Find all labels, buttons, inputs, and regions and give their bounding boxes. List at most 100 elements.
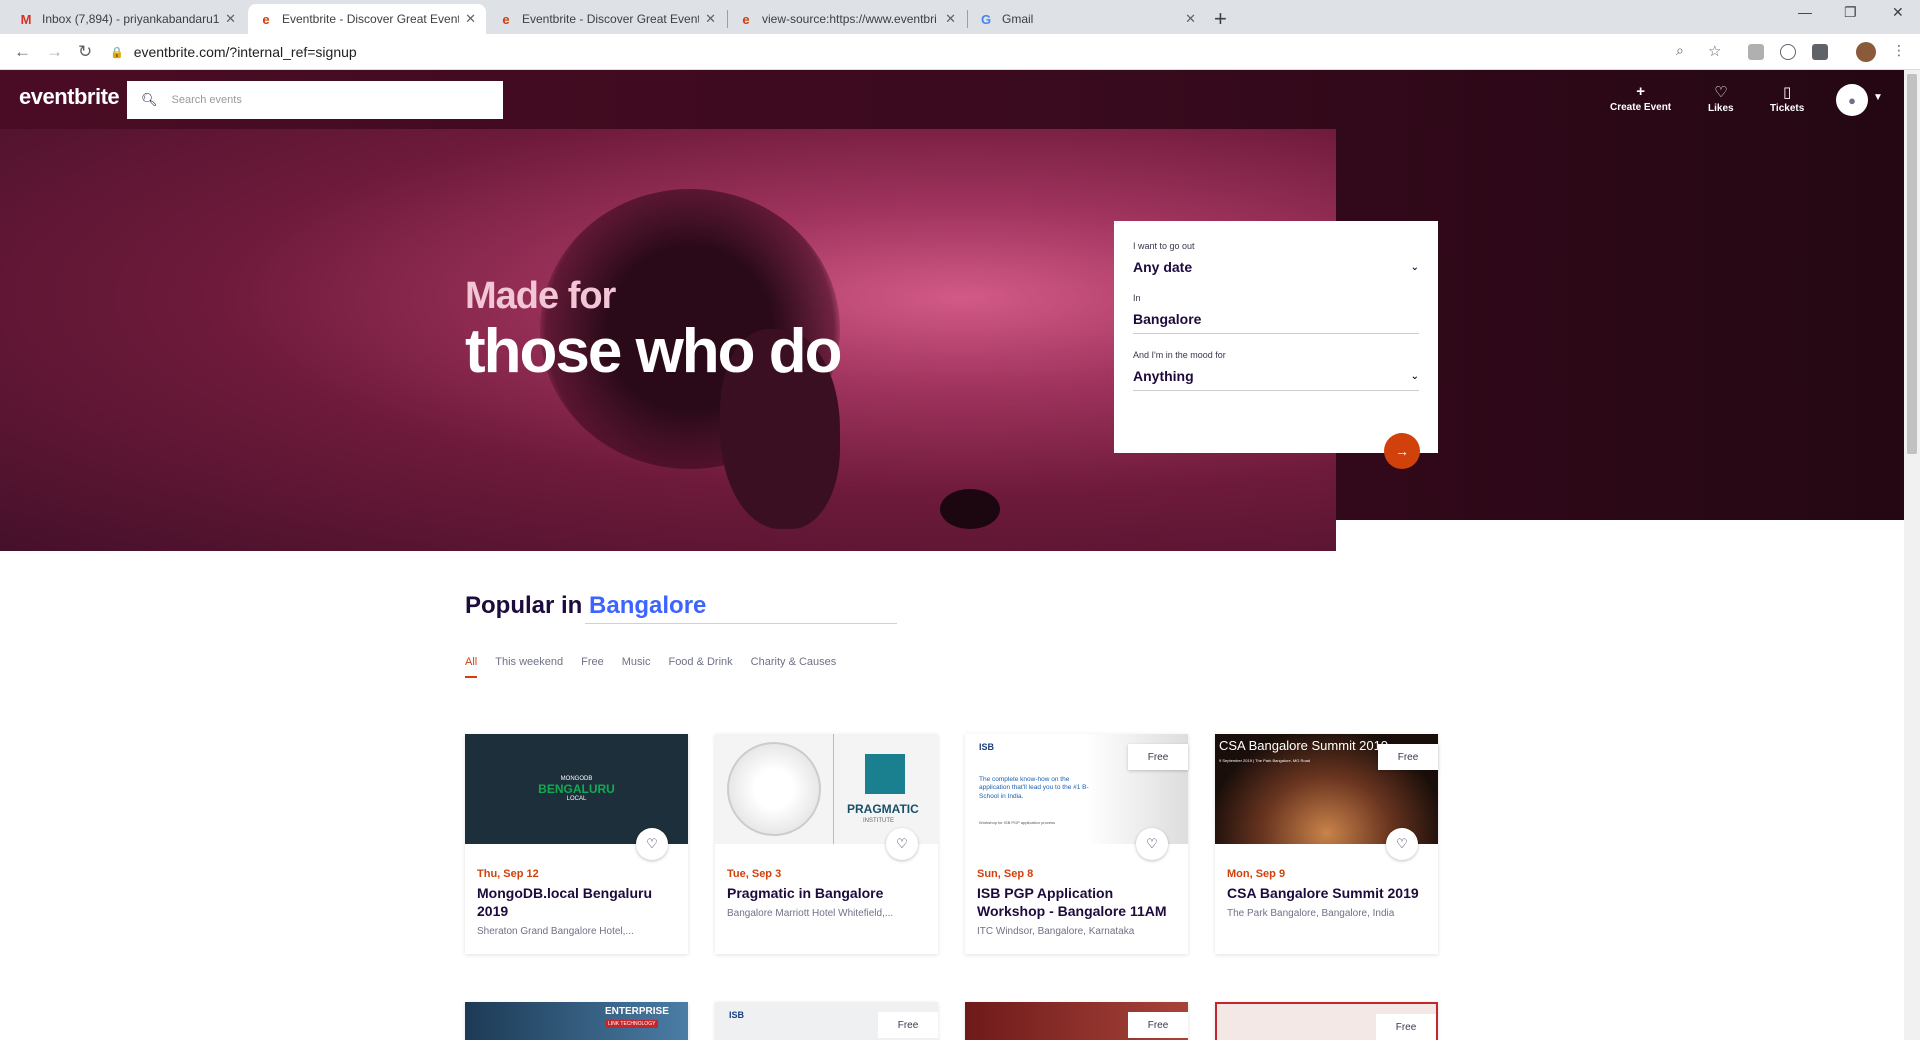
user-avatar[interactable]: ● [1836,84,1868,116]
pragmatic-logo-mark [865,754,905,794]
event-card[interactable]: ISB Free [715,1002,938,1040]
gmail-favicon-icon: M [20,11,32,27]
browser-tab-gmail[interactable]: G Gmail ✕ [968,4,1206,34]
filter-this-weekend[interactable]: This weekend [495,656,563,678]
plus-icon: + [1636,83,1645,100]
close-tab-icon[interactable]: ✕ [1185,11,1196,27]
restore-window-icon[interactable]: ❐ [1844,4,1857,21]
hero-line-2: those who do [465,317,843,386]
url-text: eventbrite.com/?internal_ref=signup [133,44,357,60]
browser-tab-view-source[interactable]: e view-source:https://www.eventbri ✕ [728,4,966,34]
filter-food-drink[interactable]: Food & Drink [668,656,732,678]
forward-arrow-icon[interactable]: → [46,42,63,62]
date-select[interactable]: Any date ⌄ [1133,259,1419,281]
minimize-window-icon[interactable]: — [1798,4,1812,20]
divider [833,734,834,844]
tab-title: Eventbrite - Discover Great Event [282,12,460,26]
close-tab-icon[interactable]: ✕ [705,11,716,27]
menu-kebab-icon[interactable]: ⋮ [1892,42,1906,59]
back-arrow-icon[interactable]: ← [14,42,31,62]
zoom-icon[interactable]: ⌕ [1676,42,1684,59]
event-name[interactable]: CSA Bangalore Summit 2019 [1227,884,1427,902]
event-card[interactable]: ENTERPRISE LINK TECHNOLOGY [465,1002,688,1040]
v-extension-icon[interactable] [1780,44,1796,60]
browser-tab-bar: M Inbox (7,894) - priyankabandaru1 ✕ e E… [0,0,1920,34]
like-heart-icon[interactable]: ♡ [1386,828,1418,860]
date-label: I want to go out [1133,241,1195,251]
eventbrite-page: eventbrite 🔍︎ Search events + Create Eve… [0,70,1904,1040]
popular-heading: Popular in Bangalore [465,592,706,620]
scrollbar-thumb[interactable] [1907,74,1917,454]
create-event-button[interactable]: + Create Event [1610,83,1671,113]
close-tab-icon[interactable]: ✕ [465,11,476,27]
browser-tab-gmail-inbox[interactable]: M Inbox (7,894) - priyankabandaru1 ✕ [8,4,246,34]
filter-all[interactable]: All [465,656,478,678]
pdf-extension-icon[interactable] [1748,44,1764,60]
event-venue: ITC Windsor, Bangalore, Karnataka [977,926,1135,937]
event-image-title: ISB [729,1010,745,1020]
browser-tab-eventbrite[interactable]: e Eventbrite - Discover Great Event ✕ [488,4,726,34]
site-header: eventbrite 🔍︎ Search events + Create Eve… [0,70,1904,129]
new-tab-icon[interactable]: + [1214,6,1227,32]
search-go-button[interactable]: → [1384,433,1420,469]
search-icon: 🔍︎ [141,92,158,107]
event-card[interactable]: CSA Bangalore Summit 2019 9 September 20… [1215,734,1438,954]
chevron-down-icon: ⌄ [1410,261,1419,273]
like-heart-icon[interactable]: ♡ [886,828,918,860]
event-card[interactable]: PRAGMATIC INSTITUTE ♡ Tue, Sep 3 Pragmat… [715,734,938,954]
event-name[interactable]: ISB PGP Application Workshop - Bangalore… [977,884,1177,920]
eventbrite-favicon-icon: e [262,11,270,27]
like-heart-icon[interactable]: ♡ [1136,828,1168,860]
event-finder-form: I want to go out Any date ⌄ In Bangalore… [1114,221,1438,469]
close-window-icon[interactable]: ✕ [1892,4,1904,21]
page-scrollbar[interactable] [1904,70,1920,1040]
location-input[interactable]: Bangalore [1133,311,1419,334]
chevron-down-icon: ⌄ [1410,370,1419,382]
event-card[interactable]: ISB The complete know-how on the applica… [965,734,1188,954]
city-underline [585,623,897,624]
eventbrite-favicon-icon: e [502,11,510,27]
mood-label: And I'm in the mood for [1133,350,1226,360]
tickets-button[interactable]: ▯ Tickets [1770,83,1804,114]
search-placeholder: Search events [171,94,242,106]
download-extension-icon[interactable] [1812,44,1828,60]
event-card[interactable]: Free [1215,1002,1438,1040]
filter-music[interactable]: Music [622,656,651,678]
filter-charity-causes[interactable]: Charity & Causes [751,656,837,678]
event-image-subcaption: LOCAL [566,796,587,802]
category-filters: All This weekend Free Music Food & Drink… [465,656,854,678]
likes-label: Likes [1708,103,1734,114]
close-tab-icon[interactable]: ✕ [225,11,236,27]
browser-tab-eventbrite-active[interactable]: e Eventbrite - Discover Great Event ✕ [248,4,486,34]
bookmark-star-icon[interactable]: ☆ [1708,42,1721,60]
filter-free[interactable]: Free [581,656,604,678]
eventbrite-favicon-icon: e [742,11,750,27]
tab-title: Gmail [1002,12,1034,26]
event-card[interactable]: MONGODB BENGALURU LOCAL ♡ Thu, Sep 12 Mo… [465,734,688,954]
event-card[interactable]: Free [965,1002,1188,1040]
event-name[interactable]: MongoDB.local Bengaluru 2019 [477,884,677,920]
search-input[interactable]: 🔍︎ Search events [127,81,503,119]
event-name[interactable]: Pragmatic in Bangalore [727,884,927,902]
date-value: Any date [1133,259,1193,275]
hero-line-1: Made for [465,275,616,317]
event-venue: Bangalore Marriott Hotel Whitefield,... [727,908,894,919]
free-badge: Free [878,1012,938,1038]
event-image-caption: 9 September 2019 | The Park Bangalore, M… [1219,758,1311,763]
event-image-title: PRAGMATIC [847,802,919,816]
eventbrite-logo[interactable]: eventbrite [19,84,120,110]
likes-button[interactable]: ♡ Likes [1708,83,1734,114]
close-tab-icon[interactable]: ✕ [945,11,956,27]
event-date: Thu, Sep 12 [477,868,539,880]
tab-title: Inbox (7,894) - priyankabandaru1 [42,12,220,26]
chevron-down-icon[interactable]: ▼ [1873,92,1883,103]
reload-icon[interactable]: ↻ [78,42,92,62]
like-heart-icon[interactable]: ♡ [636,828,668,860]
event-date: Sun, Sep 8 [977,868,1034,880]
address-bar[interactable]: 🔒 eventbrite.com/?internal_ref=signup [110,39,1810,65]
mood-select[interactable]: Anything ⌄ [1133,368,1419,391]
popular-city-link[interactable]: Bangalore [589,592,706,619]
event-image-subcaption: Workshop for ISB PGP application process [979,820,1056,825]
user-icon: ● [1848,92,1856,108]
profile-avatar-icon[interactable] [1856,42,1876,62]
